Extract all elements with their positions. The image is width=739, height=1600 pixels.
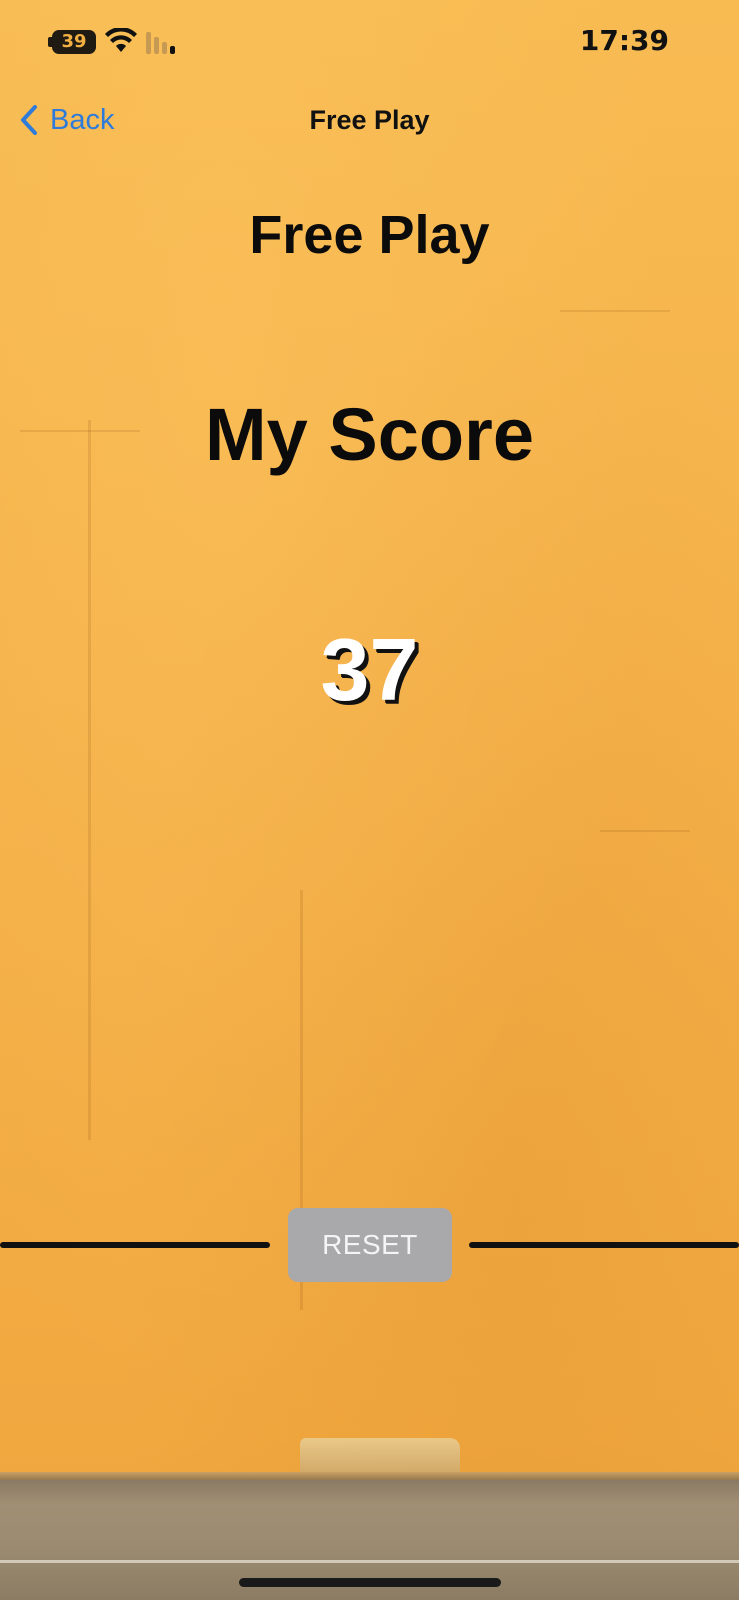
score-label: My Score <box>204 393 535 476</box>
reset-row: RESET <box>0 1208 739 1284</box>
reset-button[interactable]: RESET <box>288 1208 452 1282</box>
back-label: Back <box>50 103 115 136</box>
road-marking <box>0 1560 739 1563</box>
status-bar: 39 17:39 <box>0 0 739 84</box>
divider-right <box>469 1242 739 1248</box>
score-value: 37 <box>320 620 419 719</box>
free-play-screen: 39 17:39 Free Play Back Free Play My Sco… <box>0 0 739 1600</box>
back-button[interactable]: Back <box>20 100 114 140</box>
divider-left <box>0 1242 270 1248</box>
wifi-icon <box>105 28 137 52</box>
battery-level: 39 <box>61 31 87 52</box>
cellular-signal-icon <box>146 30 182 54</box>
chevron-left-icon <box>21 105 37 135</box>
home-indicator <box>239 1578 501 1587</box>
page-title: Free Play <box>249 205 490 265</box>
wall-crack <box>560 310 670 312</box>
status-time: 17:39 <box>579 24 669 57</box>
wall-crack <box>600 830 690 832</box>
battery-icon: 39 <box>52 30 96 54</box>
wall-crack <box>88 420 91 1140</box>
